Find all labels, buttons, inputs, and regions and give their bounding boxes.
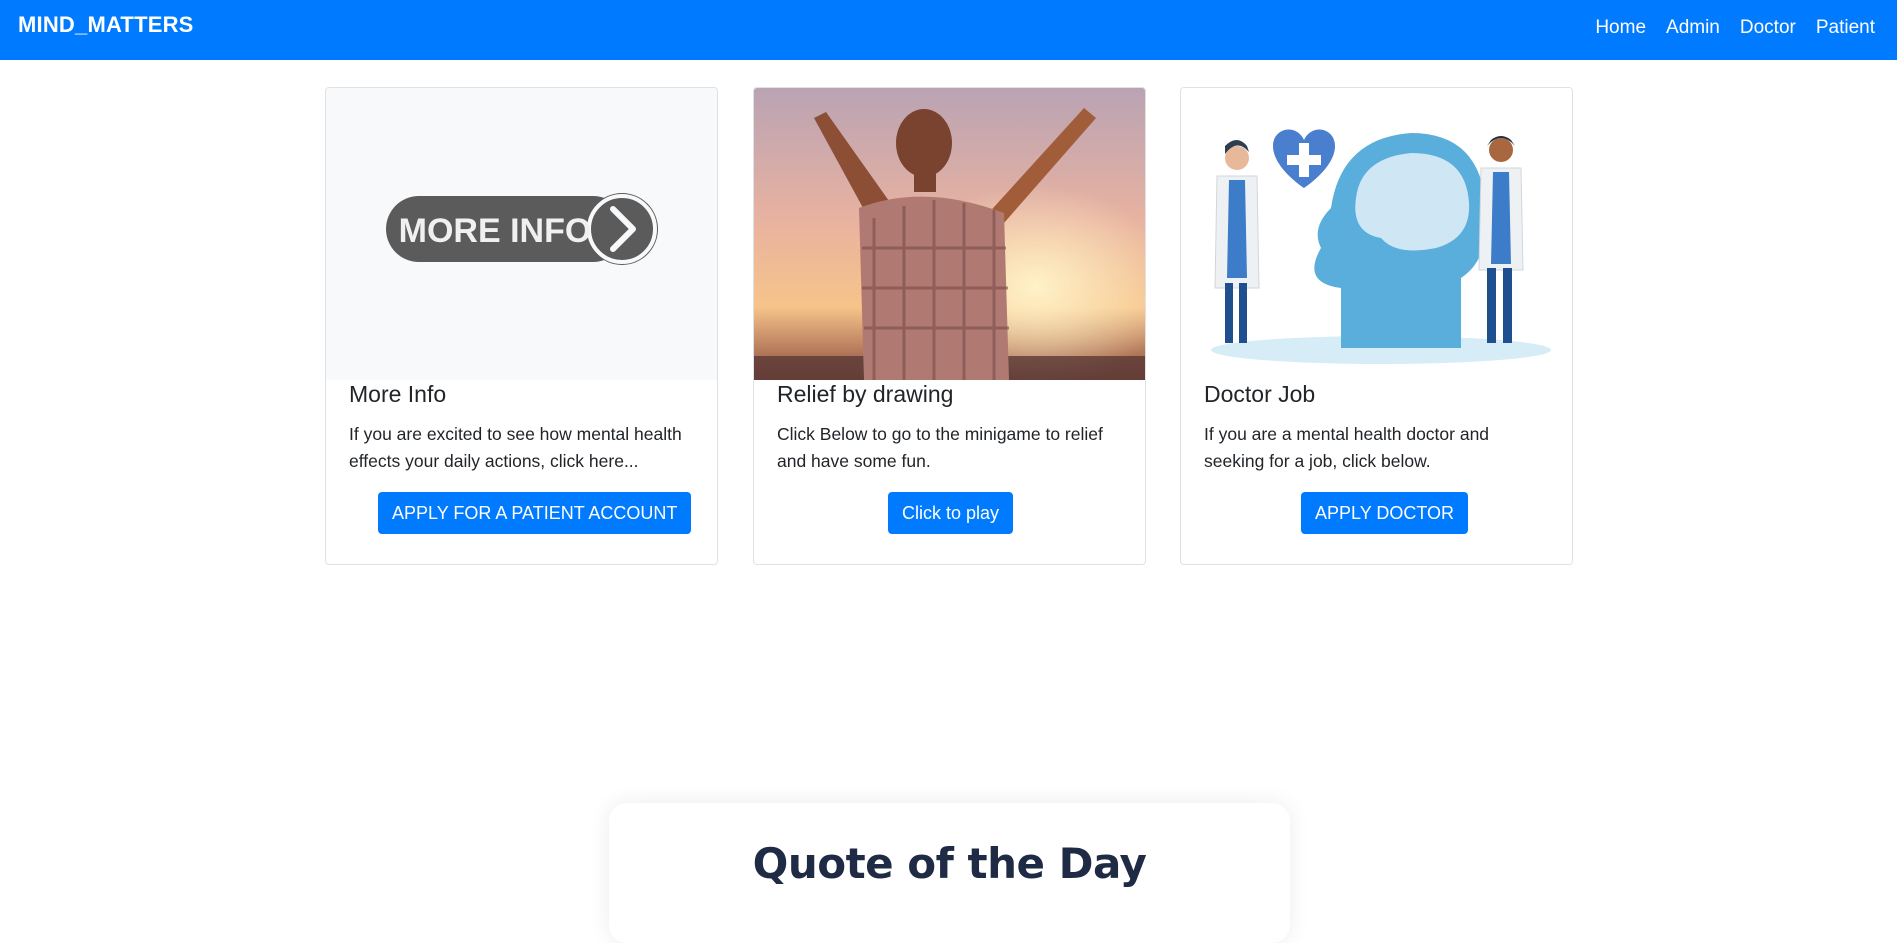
brand-logo[interactable]: MIND_MATTERS [18, 12, 194, 38]
doctor-image [1181, 88, 1572, 380]
nav-patient[interactable]: Patient [1816, 17, 1875, 39]
apply-doctor-button[interactable]: APPLY DOCTOR [1301, 492, 1469, 534]
card-title: Doctor Job [1204, 381, 1316, 407]
more-info-card: MORE INFO More Info If you are excited t… [325, 87, 718, 565]
more-info-banner-text: MORE INFO [399, 212, 592, 250]
card-row: MORE INFO More Info If you are excited t… [325, 87, 1575, 567]
apply-patient-button[interactable]: APPLY FOR A PATIENT ACCOUNT [378, 492, 692, 534]
nav-admin[interactable]: Admin [1666, 17, 1720, 39]
nav-home[interactable]: Home [1595, 17, 1646, 39]
navbar: MIND_MATTERS Home Admin Doctor Patient [0, 0, 1897, 60]
doctor-job-card: Doctor Job If you are a mental health do… [1180, 87, 1573, 565]
relief-image [754, 88, 1145, 380]
card-text: If you are excited to see how mental hea… [349, 424, 682, 471]
more-info-banner: MORE INFO [386, 193, 658, 265]
nav-links: Home Admin Doctor Patient [1595, 17, 1875, 39]
card-title: More Info [349, 381, 447, 407]
more-info-image: MORE INFO [326, 88, 717, 380]
doctors-brain-heart-illustration [1211, 129, 1551, 364]
person-sunset-image [754, 88, 1145, 380]
card-title: Relief by drawing [777, 381, 954, 407]
nav-doctor[interactable]: Doctor [1740, 17, 1796, 39]
card-text: Click Below to go to the minigame to rel… [777, 424, 1103, 471]
card-text: If you are a mental health doctor and se… [1204, 424, 1490, 471]
quote-card: Quote of the Day [609, 803, 1290, 943]
relief-card: Relief by drawing Click Below to go to t… [753, 87, 1146, 565]
click-to-play-button[interactable]: Click to play [888, 492, 1014, 534]
quote-title: Quote of the Day [752, 839, 1147, 888]
